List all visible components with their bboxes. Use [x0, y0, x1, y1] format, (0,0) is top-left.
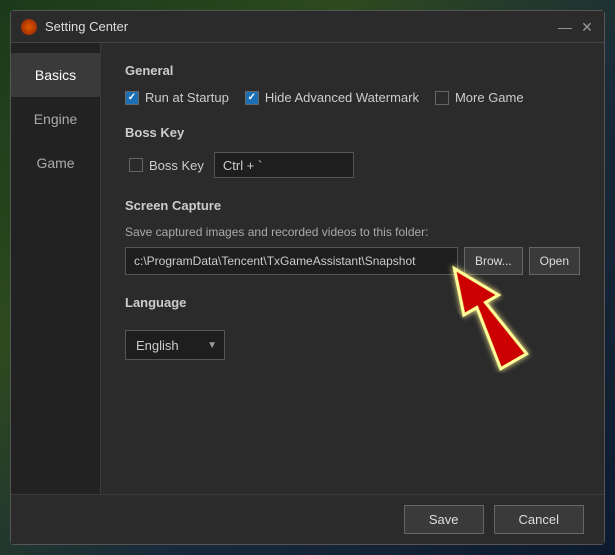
boss-key-label: Boss Key — [149, 158, 204, 173]
boss-key-title: Boss Key — [125, 125, 580, 140]
boss-key-section: Boss Key Boss Key — [125, 125, 580, 178]
settings-window: Setting Center — ✕ Basics Engine Game Ge… — [10, 10, 605, 545]
run-at-startup-checkbox[interactable]: ✓ — [125, 91, 139, 105]
language-title: Language — [125, 295, 580, 310]
boss-key-input[interactable] — [214, 152, 354, 178]
boss-key-checkbox[interactable] — [129, 158, 143, 172]
screen-capture-section: Screen Capture Save captured images and … — [125, 198, 580, 275]
more-game-label: More Game — [455, 90, 524, 105]
boss-key-row: Boss Key — [125, 152, 580, 178]
more-game-item[interactable]: More Game — [435, 90, 524, 105]
title-bar: Setting Center — ✕ — [11, 11, 604, 43]
cancel-button[interactable]: Cancel — [494, 505, 584, 534]
minimize-button[interactable]: — — [558, 20, 572, 34]
language-select[interactable]: English Chinese Japanese Korean — [125, 330, 225, 360]
boss-key-checkbox-item[interactable]: Boss Key — [129, 158, 204, 173]
close-button[interactable]: ✕ — [580, 20, 594, 34]
sidebar-item-game[interactable]: Game — [11, 141, 100, 185]
browse-button[interactable]: Brow... — [464, 247, 523, 275]
sidebar: Basics Engine Game — [11, 43, 101, 494]
bottom-bar: Save Cancel — [11, 494, 604, 544]
path-row: Brow... Open — [125, 247, 580, 275]
save-button[interactable]: Save — [404, 505, 484, 534]
content-area: Basics Engine Game General ✓ Run at St — [11, 43, 604, 494]
screen-capture-description: Save captured images and recorded videos… — [125, 225, 580, 239]
window-controls: — ✕ — [558, 20, 594, 34]
run-at-startup-item[interactable]: ✓ Run at Startup — [125, 90, 229, 105]
sidebar-item-basics[interactable]: Basics — [11, 53, 100, 97]
main-panel: General ✓ Run at Startup ✓ Hide Advanced… — [101, 43, 604, 494]
run-at-startup-label: Run at Startup — [145, 90, 229, 105]
language-select-wrapper: English Chinese Japanese Korean ▼ — [125, 330, 225, 360]
hide-watermark-label: Hide Advanced Watermark — [265, 90, 419, 105]
app-icon — [21, 19, 37, 35]
open-button[interactable]: Open — [529, 247, 580, 275]
general-options-row: ✓ Run at Startup ✓ Hide Advanced Waterma… — [125, 90, 580, 105]
path-input[interactable] — [125, 247, 458, 275]
language-section: Language English Chinese Japanese Korean… — [125, 295, 580, 360]
window-title: Setting Center — [45, 19, 558, 34]
sidebar-item-engine[interactable]: Engine — [11, 97, 100, 141]
hide-watermark-item[interactable]: ✓ Hide Advanced Watermark — [245, 90, 419, 105]
general-section: General ✓ Run at Startup ✓ Hide Advanced… — [125, 63, 580, 105]
screen-capture-title: Screen Capture — [125, 198, 580, 213]
more-game-checkbox[interactable] — [435, 91, 449, 105]
general-title: General — [125, 63, 580, 78]
hide-watermark-checkbox[interactable]: ✓ — [245, 91, 259, 105]
